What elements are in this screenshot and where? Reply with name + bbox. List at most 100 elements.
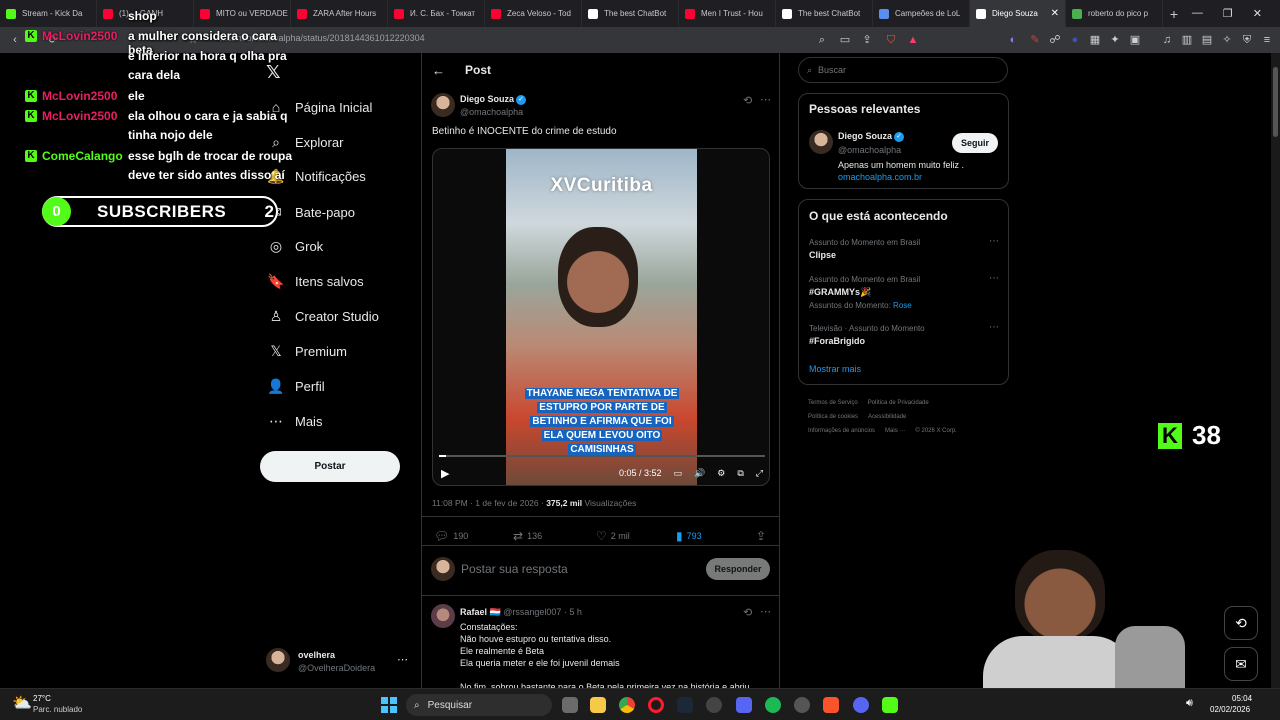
- footer-link[interactable]: Informações de anúncios: [808, 428, 875, 434]
- close-window-icon[interactable]: ✕: [1253, 7, 1262, 20]
- nav-item-bookmark[interactable]: 🔖 Itens salvos: [267, 270, 363, 292]
- browser-tab[interactable]: Zeca Veloso - Tod: [485, 0, 582, 27]
- trend-more-icon[interactable]: ⋯: [989, 322, 999, 333]
- taskbar-search[interactable]: ⌕ Pesquisar: [406, 694, 552, 716]
- extension-icon[interactable]: ▦: [1088, 33, 1102, 47]
- weather-icon[interactable]: ⛅: [12, 693, 32, 713]
- video-progress-bar[interactable]: [439, 455, 765, 457]
- nav-item-search[interactable]: ⌕ Explorar: [267, 131, 343, 153]
- reply-stat[interactable]: 💬︎ 190: [434, 529, 468, 543]
- grok-float-icon[interactable]: ⟲: [1224, 606, 1258, 640]
- search-box[interactable]: ⌕: [798, 57, 1008, 83]
- browser-tab[interactable]: Diego Souza ✕: [970, 0, 1066, 27]
- volume-tray-icon[interactable]: 🔊︎: [1186, 697, 1193, 710]
- weather-temp[interactable]: 27°C: [33, 694, 51, 703]
- vpn-icon[interactable]: ⛨: [1240, 33, 1254, 47]
- browser-tab[interactable]: (1) ... GANH: [97, 0, 194, 27]
- person-name[interactable]: Diego Souza ✓: [838, 131, 905, 142]
- browser-tab[interactable]: The best ChatBot: [776, 0, 873, 27]
- brave-shield-icon[interactable]: ⛉: [884, 33, 898, 47]
- discord-icon[interactable]: [853, 697, 869, 713]
- person-avatar[interactable]: [809, 130, 833, 154]
- browser-tab[interactable]: The best ChatBot: [582, 0, 679, 27]
- fullscreen-icon[interactable]: ⤢: [756, 468, 763, 479]
- search-input[interactable]: [818, 65, 989, 75]
- play-icon[interactable]: ▶: [441, 467, 449, 480]
- grok-explain-icon[interactable]: ⟲: [743, 606, 752, 619]
- reply-button[interactable]: Responder: [706, 558, 770, 580]
- account-avatar[interactable]: [266, 648, 290, 672]
- brave-icon[interactable]: [823, 697, 839, 713]
- like-stat[interactable]: ♡ 2 mil: [596, 529, 630, 543]
- nav-item-chat[interactable]: ✉Bate-papo: [267, 201, 355, 223]
- grok-explain-icon[interactable]: ⟲: [743, 94, 752, 107]
- scrollbar-thumb[interactable]: [1273, 67, 1278, 137]
- steam-icon[interactable]: [677, 697, 693, 713]
- menu-icon[interactable]: ≡: [1260, 33, 1274, 47]
- author-name[interactable]: Diego Souza ✓: [460, 94, 527, 105]
- bookmark-stat[interactable]: ▮ 793: [676, 529, 702, 543]
- browser-tab[interactable]: ZARA After Hours: [291, 0, 388, 27]
- browser-tab[interactable]: Men I Trust - Hou: [679, 0, 776, 27]
- person-link[interactable]: omachoalpha.com.br: [838, 172, 922, 182]
- minimize-icon[interactable]: —: [1192, 7, 1203, 20]
- footer-link[interactable]: Mais ···: [885, 428, 905, 434]
- bookmark-page-icon[interactable]: ☆: [186, 33, 200, 47]
- trend-extra-link[interactable]: Rose: [893, 301, 912, 310]
- leo-icon[interactable]: ✧: [1220, 33, 1234, 47]
- nav-item-bell[interactable]: 🔔 Notificações: [267, 165, 366, 187]
- reply-input[interactable]: Postar sua resposta: [461, 562, 568, 576]
- browser-tab[interactable]: roberto do pico p: [1066, 0, 1163, 27]
- share-post-icon[interactable]: ⇪: [756, 529, 770, 543]
- maximize-icon[interactable]: ❐: [1223, 7, 1233, 20]
- app-icon[interactable]: [794, 697, 810, 713]
- obs-icon[interactable]: [706, 697, 722, 713]
- cast-icon[interactable]: ▭: [838, 33, 852, 47]
- footer-link[interactable]: Termos de Serviço: [808, 400, 858, 406]
- nav-item-creator[interactable]: ♙ Creator Studio: [267, 305, 379, 327]
- repost-stat[interactable]: ⇄ 136: [513, 529, 542, 543]
- footer-link[interactable]: Acessibilidade: [868, 414, 906, 420]
- chrome-icon[interactable]: [619, 697, 635, 713]
- extension-icon[interactable]: ●: [1068, 33, 1082, 47]
- browser-tab[interactable]: MITO ou VERDADE: [194, 0, 291, 27]
- nav-item-x-premium[interactable]: 𝕏 Premium: [267, 340, 347, 362]
- new-tab-button[interactable]: +: [1163, 6, 1185, 22]
- back-arrow-icon[interactable]: ←: [432, 63, 445, 78]
- nav-item-home[interactable]: ⌂ Página Inicial: [267, 96, 373, 118]
- wallet-icon[interactable]: ▤: [1200, 33, 1214, 47]
- reload-icon[interactable]: ⟳: [46, 33, 60, 47]
- share-icon[interactable]: ⇪: [860, 33, 874, 47]
- post-button[interactable]: Postar: [260, 451, 400, 482]
- extension-icon[interactable]: ☍: [1048, 33, 1062, 47]
- volume-icon[interactable]: 🔊: [694, 468, 705, 479]
- browser-tab[interactable]: Stream - Kick Da: [0, 0, 97, 27]
- account-menu-icon[interactable]: ⋯: [397, 653, 408, 666]
- spotify-icon[interactable]: [765, 697, 781, 713]
- browser-tab[interactable]: Campeões de LoL: [873, 0, 970, 27]
- nav-item-more[interactable]: ⋯ Mais: [267, 410, 322, 432]
- trend-item[interactable]: Assunto do Momento em Brasil #GRAMMYs🎉 Ass…: [809, 273, 999, 310]
- url-field[interactable]: x.com/omachoalpha/status/201814436101222…: [220, 33, 425, 43]
- video-frame[interactable]: XVCuritiba THAYANE NEGA TENTATIVA DE EST…: [506, 149, 697, 485]
- more-options-icon[interactable]: ⋯: [760, 605, 771, 618]
- reply-author[interactable]: Rafael 🇱🇺 @rssangel007 · 5 h: [460, 607, 582, 618]
- trend-item[interactable]: Televisão · Assunto do Momento #ForaBrigi…: [809, 322, 999, 346]
- more-options-icon[interactable]: ⋯: [760, 93, 771, 106]
- puzzle-icon[interactable]: ✦: [1108, 33, 1122, 47]
- trend-more-icon[interactable]: ⋯: [989, 236, 999, 247]
- browser-tab[interactable]: И. С. Бах - Токкат: [388, 0, 485, 27]
- task-view-icon[interactable]: [562, 697, 578, 713]
- music-icon[interactable]: ♫: [1160, 33, 1174, 47]
- follow-button[interactable]: Seguir: [952, 133, 998, 153]
- nav-item-grok[interactable]: ◎ Grok: [267, 235, 323, 257]
- extension-icon[interactable]: ✎: [1028, 33, 1042, 47]
- kick-app-icon[interactable]: [882, 697, 898, 713]
- reply-author-avatar[interactable]: [431, 604, 455, 628]
- app-icon[interactable]: [736, 697, 752, 713]
- captions-icon[interactable]: ▭: [674, 468, 683, 479]
- author-handle[interactable]: @omachoalpha: [460, 107, 523, 117]
- trend-more-icon[interactable]: ⋯: [989, 273, 999, 284]
- picture-in-picture-icon[interactable]: ⧉: [737, 468, 743, 479]
- extension-icon[interactable]: ◐: [1006, 33, 1020, 47]
